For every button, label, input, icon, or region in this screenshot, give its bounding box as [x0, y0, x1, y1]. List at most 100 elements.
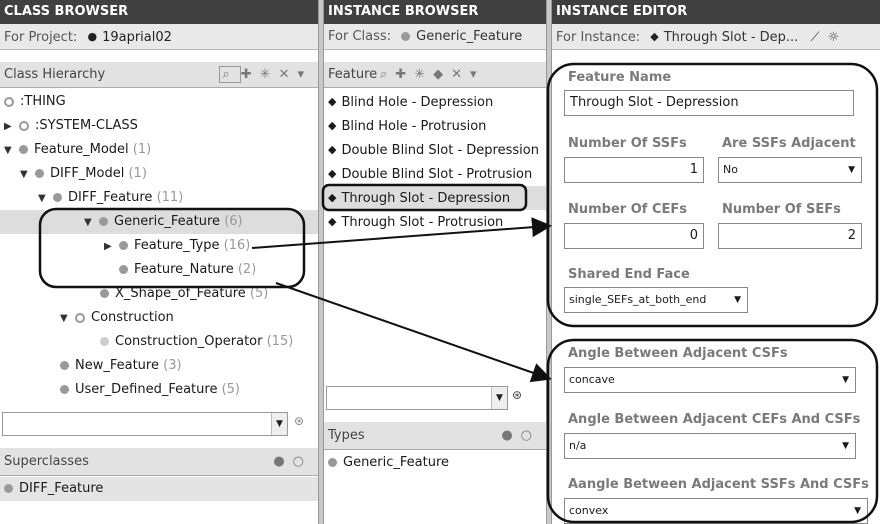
num-cefs-field[interactable]: 0: [564, 223, 704, 249]
tree-node-label: User_Defined_Feature: [75, 382, 218, 397]
instance-item[interactable]: ◆ Through Slot - Protrusion: [324, 210, 546, 234]
instance-icon: ◆: [328, 143, 337, 156]
tree-node-feature-nature[interactable]: Feature_Nature (2): [0, 258, 318, 282]
menu-chevron-icon[interactable]: ▾: [470, 67, 485, 82]
tree-node-new-feature[interactable]: New_Feature (3): [0, 354, 318, 378]
angle-csfs-select[interactable]: concave ▼: [564, 367, 856, 393]
create-subclass-icon[interactable]: ✳: [260, 67, 279, 82]
instance-icon: ◆: [328, 167, 337, 180]
instance-item-selected[interactable]: ◆ Through Slot - Depression: [324, 186, 546, 210]
class-hierarchy-toolbar: ⌕ ✚✳✕▾: [219, 62, 312, 87]
tree-node-label: Construction: [91, 310, 174, 325]
tree-node-diff-model[interactable]: ▼ DIFF_Model (1): [0, 162, 318, 186]
tree-node-construction[interactable]: ▼ Construction: [0, 306, 318, 330]
collapse-icon[interactable]: ▼: [20, 163, 30, 187]
tree-node-label: :SYSTEM-CLASS: [35, 118, 138, 133]
chevron-down-icon: ▼: [842, 375, 849, 385]
editor-form: Feature Name Through Slot - Depression N…: [552, 62, 880, 524]
num-ssfs-field[interactable]: 1: [564, 157, 704, 183]
num-sefs-field[interactable]: 2: [718, 223, 862, 249]
shared-end-face-select[interactable]: single_SEFs_at_both_end ▼: [564, 287, 748, 313]
remove-superclass-icon[interactable]: ○: [293, 454, 312, 469]
instance-item[interactable]: ◆ Double Blind Slot - Protrusion: [324, 162, 546, 186]
tree-node-thing[interactable]: :THING: [0, 90, 318, 114]
angle-cefs-csfs-select[interactable]: n/a ▼: [564, 433, 856, 459]
collapse-icon[interactable]: ▼: [38, 187, 48, 211]
create-instance-icon[interactable]: ✚: [395, 67, 414, 82]
class-search-combo[interactable]: ▼: [2, 412, 288, 436]
tree-node-feature-type[interactable]: ▶ Feature_Type (16): [0, 234, 318, 258]
tree-node-user-defined-feature[interactable]: User_Defined_Feature (5): [0, 378, 318, 402]
tree-node-label: Feature_Type: [134, 238, 220, 253]
collapse-icon[interactable]: ▼: [4, 139, 14, 163]
instance-item[interactable]: ◆ Double Blind Slot - Depression: [324, 138, 546, 162]
class-icon: [19, 145, 28, 154]
browse-icon[interactable]: ☼: [828, 30, 840, 45]
instance-search-combo[interactable]: ▼: [326, 386, 508, 410]
binoculars-icon[interactable]: ⊛: [512, 388, 526, 412]
angle-ssfs-csfs-select[interactable]: convex ▼: [564, 498, 868, 524]
tree-node-label: Generic_Feature: [114, 214, 221, 229]
tree-node-construction-operator[interactable]: Construction_Operator (15): [0, 330, 318, 354]
collapse-icon[interactable]: ▼: [84, 211, 94, 235]
class-tree: :THING ▶:SYSTEM-CLASS ▼ Feature_Model (1)…: [0, 90, 318, 410]
class-icon: [4, 484, 13, 493]
superclasses-list: DIFF_Feature: [0, 477, 318, 524]
num-cefs-label: Number Of CEFs: [568, 202, 688, 217]
tree-node-diff-feature[interactable]: ▼ DIFF_Feature (11): [0, 186, 318, 210]
menu-chevron-icon[interactable]: ▾: [297, 67, 312, 82]
instance-item[interactable]: ◆ Blind Hole - Depression: [324, 90, 546, 114]
tree-node-label: New_Feature: [75, 358, 159, 373]
delete-class-icon[interactable]: ✕: [279, 67, 298, 82]
class-icon: [99, 217, 108, 226]
class-icon: [328, 458, 337, 467]
angle-ssfs-csfs-value: convex: [569, 504, 609, 517]
chevron-down-icon[interactable]: ▼: [271, 413, 287, 435]
feature-name-field[interactable]: Through Slot - Depression: [564, 90, 854, 116]
class-icon: [19, 120, 29, 131]
add-superclass-icon[interactable]: ●: [273, 454, 292, 469]
remove-type-icon[interactable]: ○: [521, 428, 540, 443]
ssfs-adjacent-select[interactable]: No ▼: [718, 157, 862, 183]
add-type-icon[interactable]: ●: [501, 428, 520, 443]
expand-icon[interactable]: ▶: [4, 115, 14, 139]
tree-node-label: DIFF_Model: [50, 166, 125, 181]
collapse-icon[interactable]: ▼: [60, 307, 70, 331]
class-icon: [60, 361, 69, 370]
expand-icon[interactable]: ▶: [104, 235, 114, 259]
project-bar: For Project: ● 19aprial02: [0, 24, 318, 50]
class-browser-panel: CLASS BROWSER For Project: ● 19aprial02 C…: [0, 0, 318, 524]
instance-label: For Instance:: [556, 30, 641, 45]
find-class-icon[interactable]: ⌕: [219, 66, 241, 83]
feature-name-label: Feature Name: [568, 70, 672, 85]
superclasses-label: Superclasses: [4, 454, 89, 469]
instance-icon: ◆: [328, 95, 337, 108]
instances-header: Feature ⌕✚✳◆✕▾: [324, 62, 546, 88]
instance-icon: ◆: [650, 30, 659, 43]
tree-node-count: (6): [224, 214, 243, 229]
tree-node-label: Feature_Model: [34, 142, 129, 157]
create-class-icon[interactable]: ✚: [241, 67, 260, 82]
instance-item[interactable]: ◆ Blind Hole - Protrusion: [324, 114, 546, 138]
instance-bar: For Instance: ◆ Through Slot - Dep... ⟋ ☼: [552, 24, 880, 50]
reference-icon[interactable]: ◆: [433, 67, 451, 82]
tree-node-label: DIFF_Feature: [68, 190, 153, 205]
tree-node-generic-feature[interactable]: ▼ Generic_Feature (6): [0, 210, 318, 234]
class-icon: [53, 193, 62, 202]
superclass-item[interactable]: DIFF_Feature: [0, 477, 318, 501]
tree-node-count: (2): [237, 262, 257, 277]
tree-node-system-class[interactable]: ▶ :SYSTEM-CLASS: [0, 114, 318, 138]
instance-label: Through Slot - Depression: [341, 191, 511, 206]
instance-browser-title: INSTANCE BROWSER: [324, 0, 546, 24]
delete-instance-icon[interactable]: ✕: [451, 67, 470, 82]
copy-instance-icon[interactable]: ✳: [414, 67, 433, 82]
tree-node-feature-model[interactable]: ▼ Feature_Model (1): [0, 138, 318, 162]
binoculars-icon[interactable]: ⊛: [294, 414, 308, 438]
instance-label: Through Slot - Protrusion: [341, 215, 504, 230]
search-icon[interactable]: ⌕: [380, 67, 395, 82]
instance-icon: ◆: [328, 191, 337, 204]
type-item[interactable]: Generic_Feature: [324, 451, 546, 475]
chevron-down-icon[interactable]: ▼: [491, 387, 507, 409]
edit-icon[interactable]: ⟋: [810, 30, 819, 45]
tree-node-x-shape[interactable]: X_Shape_of_Feature (5): [0, 282, 318, 306]
